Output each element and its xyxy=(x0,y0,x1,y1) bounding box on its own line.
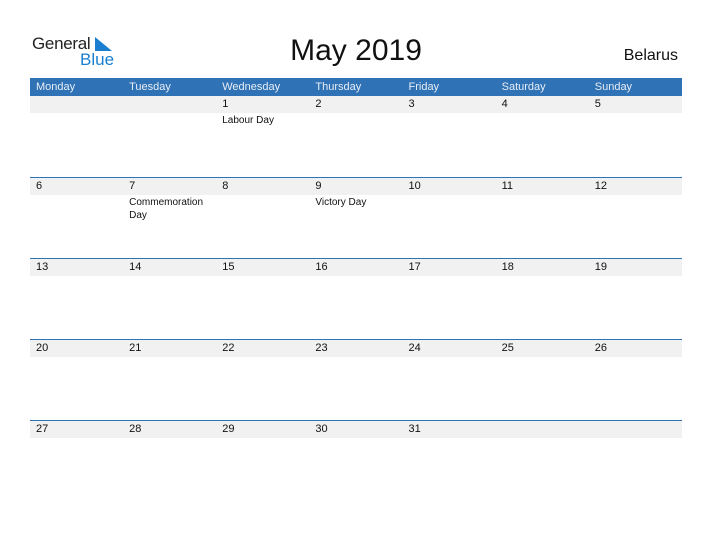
day-number xyxy=(30,96,123,113)
holiday-label xyxy=(123,357,216,358)
holiday-label xyxy=(309,113,402,127)
day-number: 8 xyxy=(222,180,229,192)
calendar-grid: Monday Tuesday Wednesday Thursday Friday… xyxy=(30,78,682,501)
country-label: Belarus xyxy=(623,47,678,64)
holiday-row: Labour Day xyxy=(30,113,682,127)
holiday-label xyxy=(30,357,123,358)
holiday-label xyxy=(309,276,402,277)
day-number: 13 xyxy=(36,261,49,273)
day-number: 3 xyxy=(408,98,415,110)
day-number: 11 xyxy=(501,180,514,192)
day-number: 17 xyxy=(408,261,421,273)
holiday-label xyxy=(123,113,216,127)
day-number: 10 xyxy=(408,180,421,192)
day-number: 30 xyxy=(315,423,328,435)
day-number: 22 xyxy=(222,342,235,354)
holiday-label xyxy=(216,357,309,358)
day-number: 25 xyxy=(501,342,514,354)
holiday-label xyxy=(496,357,589,358)
weekday-friday: Friday xyxy=(408,81,440,93)
day-number: 5 xyxy=(594,98,601,110)
holiday-label xyxy=(216,276,309,277)
weekday-thursday: Thursday xyxy=(315,81,362,93)
holiday-label xyxy=(589,276,682,277)
week-row: 20 21 22 23 24 25 26 xyxy=(30,339,682,420)
holiday-label xyxy=(123,438,216,439)
holiday-label xyxy=(496,195,589,222)
week-row: 6 7 8 9 10 11 12 Commemoration Day Victory Day xyxy=(30,177,682,258)
week-row: 27 28 29 30 31 xyxy=(30,420,682,501)
date-bar: 20 21 22 23 24 25 26 xyxy=(30,339,682,357)
holiday-label xyxy=(403,195,496,222)
holiday-label xyxy=(403,113,496,127)
day-number: 19 xyxy=(594,261,607,273)
date-bar: 13 14 15 16 17 18 19 xyxy=(30,258,682,276)
date-bar: 1 2 3 4 5 xyxy=(30,96,682,113)
weekday-saturday: Saturday xyxy=(501,81,546,93)
holiday-label xyxy=(589,438,682,439)
weekday-sunday: Sunday xyxy=(594,81,633,93)
holiday-label xyxy=(589,113,682,127)
day-number: 2 xyxy=(315,98,322,110)
day-number: 28 xyxy=(129,423,142,435)
day-number: 21 xyxy=(129,342,142,354)
day-number: 12 xyxy=(594,180,607,192)
holiday-label xyxy=(30,195,123,222)
day-number: 31 xyxy=(408,423,421,435)
day-number xyxy=(589,421,682,438)
holiday-label xyxy=(30,276,123,277)
day-number xyxy=(123,96,216,113)
day-number: 24 xyxy=(408,342,421,354)
holiday-label xyxy=(309,357,402,358)
day-number: 1 xyxy=(222,98,229,110)
holiday-label xyxy=(309,438,402,439)
day-number: 18 xyxy=(501,261,514,273)
holiday-label xyxy=(589,195,682,222)
day-number: 26 xyxy=(594,342,607,354)
holiday-label xyxy=(30,438,123,439)
holiday-label xyxy=(496,113,589,127)
holiday-row xyxy=(30,276,682,277)
week-row: 1 2 3 4 5 Labour Day xyxy=(30,96,682,177)
day-number: 4 xyxy=(501,98,508,110)
holiday-row xyxy=(30,438,682,439)
day-number: 29 xyxy=(222,423,235,435)
weekday-wednesday: Wednesday xyxy=(222,81,281,93)
holiday-label: Victory Day xyxy=(315,197,367,208)
weekday-tuesday: Tuesday xyxy=(129,81,171,93)
holiday-label xyxy=(403,357,496,358)
holiday-row: Commemoration Day Victory Day xyxy=(30,195,682,222)
weekday-monday: Monday xyxy=(36,81,76,93)
holiday-label xyxy=(496,438,589,439)
holiday-label xyxy=(403,276,496,277)
holiday-label xyxy=(123,276,216,277)
week-row: 13 14 15 16 17 18 19 xyxy=(30,258,682,339)
calendar-title: May 2019 xyxy=(290,34,422,67)
holiday-label: Labour Day xyxy=(222,115,274,126)
holiday-row xyxy=(30,357,682,358)
day-number: 27 xyxy=(36,423,49,435)
day-number: 6 xyxy=(36,180,43,192)
day-number: 14 xyxy=(129,261,142,273)
holiday-label: Commemoration Day xyxy=(129,197,204,221)
weekday-header: Monday Tuesday Wednesday Thursday Friday… xyxy=(30,78,682,96)
day-number: 15 xyxy=(222,261,235,273)
day-number: 9 xyxy=(315,180,322,192)
date-bar: 27 28 29 30 31 xyxy=(30,420,682,438)
holiday-label xyxy=(496,276,589,277)
holiday-label xyxy=(30,113,123,127)
day-number: 16 xyxy=(315,261,328,273)
holiday-label xyxy=(216,438,309,439)
day-number: 23 xyxy=(315,342,328,354)
holiday-label xyxy=(216,195,309,222)
holiday-label xyxy=(403,438,496,439)
day-number: 20 xyxy=(36,342,49,354)
holiday-label xyxy=(589,357,682,358)
day-number: 7 xyxy=(129,180,136,192)
date-bar: 6 7 8 9 10 11 12 xyxy=(30,177,682,195)
day-number xyxy=(496,421,589,438)
